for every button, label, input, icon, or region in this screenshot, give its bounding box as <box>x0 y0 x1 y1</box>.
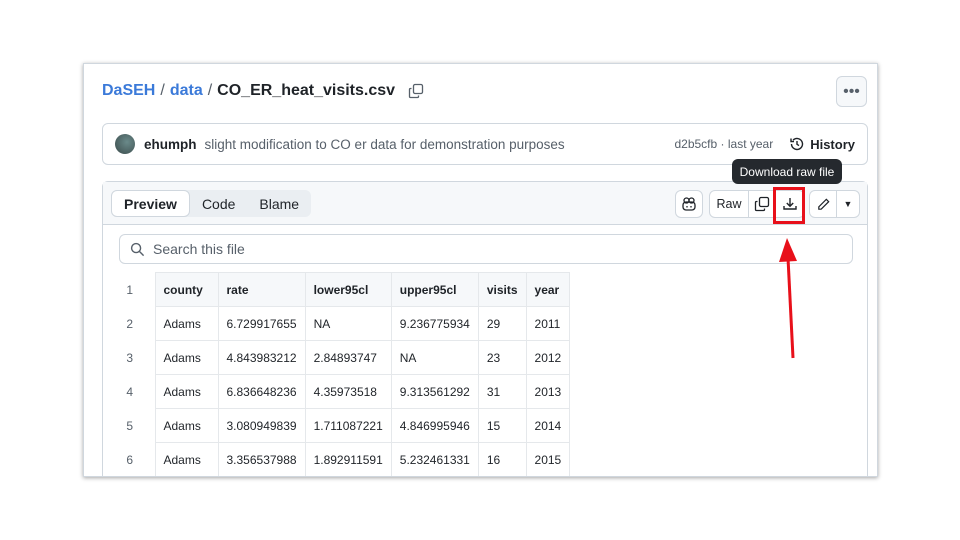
annotation-arrow <box>779 238 797 359</box>
